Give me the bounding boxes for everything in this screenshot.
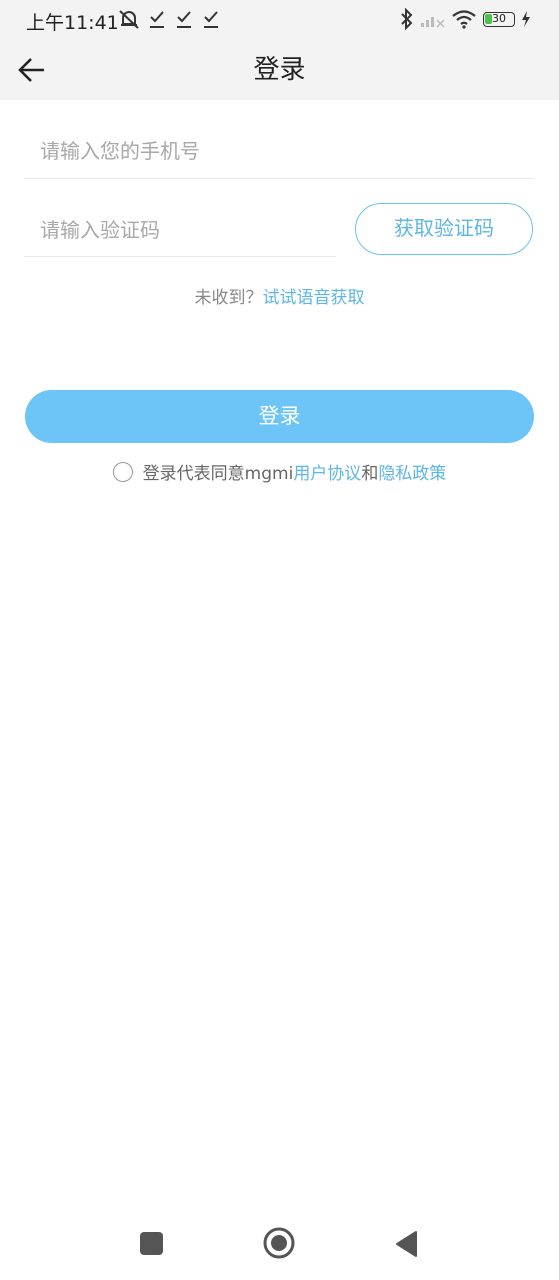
voice-code-link[interactable]: 试试语音获取 [263, 288, 365, 308]
wifi-icon [452, 10, 476, 29]
system-nav-bar [0, 1212, 559, 1280]
user-agreement-link[interactable]: 用户协议 [293, 459, 361, 484]
top-bar: 上午11:41 30 登录 [0, 0, 559, 100]
back-triangle-icon[interactable] [394, 1230, 418, 1258]
agree-radio[interactable] [112, 461, 133, 482]
verification-code-input[interactable] [24, 204, 336, 256]
login-button[interactable]: 登录 [25, 390, 534, 443]
download-check-icon [150, 11, 164, 28]
nav-bar: 登录 [0, 40, 559, 100]
signal-icon [421, 17, 445, 28]
charging-icon [522, 11, 530, 27]
get-code-button[interactable]: 获取验证码 [355, 203, 533, 255]
agree-prefix: 登录代表同意mgmi [142, 464, 294, 484]
status-time: 上午11:41 [26, 12, 119, 34]
recent-apps-icon[interactable] [140, 1232, 163, 1255]
agreement-row: 登录代表同意mgmi 用户协议和隐私政策 [0, 459, 559, 487]
agree-and: 和 [361, 464, 379, 484]
alarm-off-icon [119, 10, 139, 29]
phone-input[interactable] [24, 124, 534, 178]
download-check-icon [177, 11, 191, 28]
battery-level: 30 [492, 12, 506, 25]
home-icon[interactable] [263, 1227, 295, 1259]
page-title: 登录 [253, 55, 306, 85]
voice-code-hint: 未收到？试试语音获取 [0, 283, 559, 308]
status-bar: 上午11:41 30 [0, 0, 559, 40]
voice-code-prefix: 未收到？ [194, 288, 263, 308]
download-check-icon [204, 11, 218, 28]
privacy-policy-link[interactable]: 隐私政策 [378, 459, 446, 484]
battery-icon: 30 [483, 12, 515, 27]
bluetooth-icon [401, 8, 413, 30]
code-field [24, 204, 336, 257]
phone-field [24, 124, 534, 179]
